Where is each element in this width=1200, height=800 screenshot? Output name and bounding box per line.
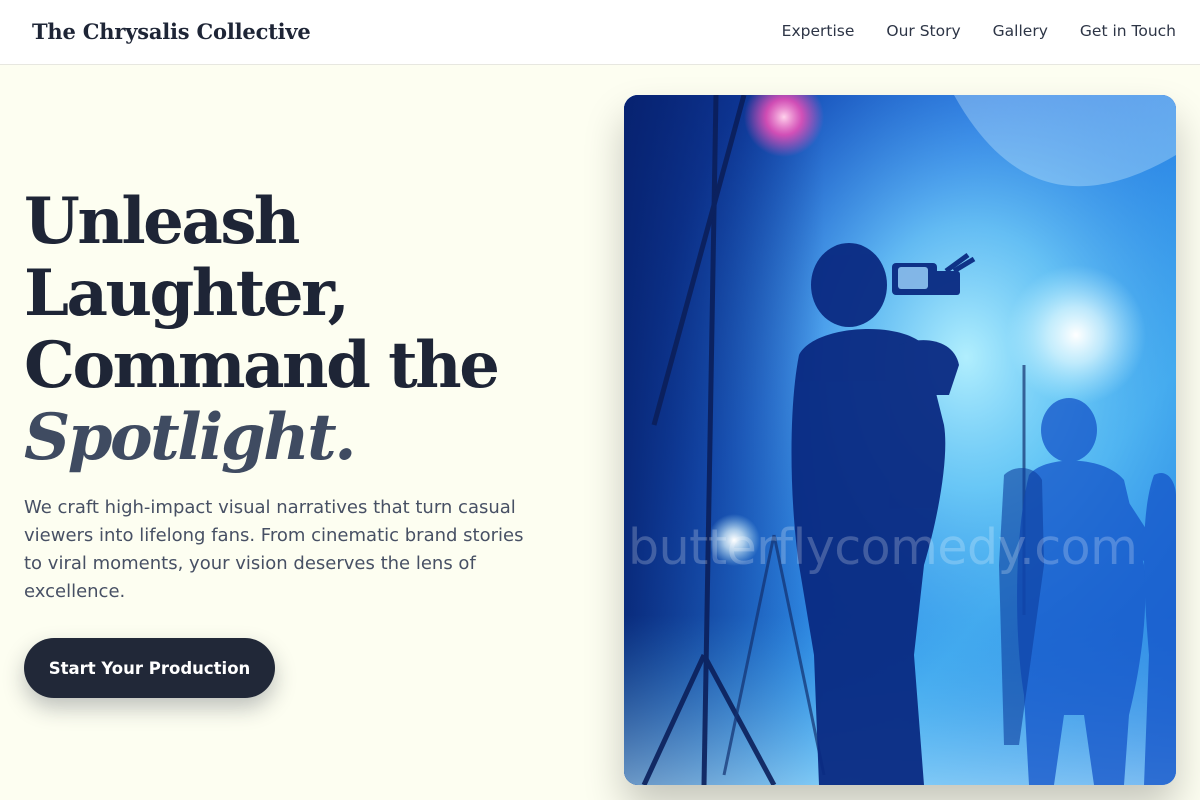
hero-lead-paragraph: We craft high-impact visual narratives t… — [24, 497, 524, 602]
nav-link-our-story[interactable]: Our Story — [886, 22, 960, 40]
hero-title-accent: Spotlight. — [24, 400, 356, 475]
start-production-button[interactable]: Start Your Production — [24, 638, 275, 698]
hero-title-line: Laughter, — [24, 256, 350, 331]
nav-link-get-in-touch[interactable]: Get in Touch — [1080, 22, 1176, 40]
hero-title: Unleash Laughter, Command the Spotlight. — [24, 184, 500, 475]
stage-scene-illustration — [624, 95, 1176, 785]
hero-title-line: Command the — [24, 328, 500, 403]
hero-photo: butterflycomedy.com — [624, 95, 1176, 785]
site-header: The Chrysalis Collective Expertise Our S… — [0, 0, 1200, 65]
watermark-text: butterflycomedy.com — [628, 519, 1138, 576]
brand-logo[interactable]: The Chrysalis Collective — [32, 19, 311, 44]
hero-title-line: Unleash — [24, 184, 300, 259]
main-nav: Expertise Our Story Gallery Get in Touch — [782, 22, 1176, 40]
nav-link-expertise[interactable]: Expertise — [782, 22, 855, 40]
nav-link-gallery[interactable]: Gallery — [993, 22, 1048, 40]
